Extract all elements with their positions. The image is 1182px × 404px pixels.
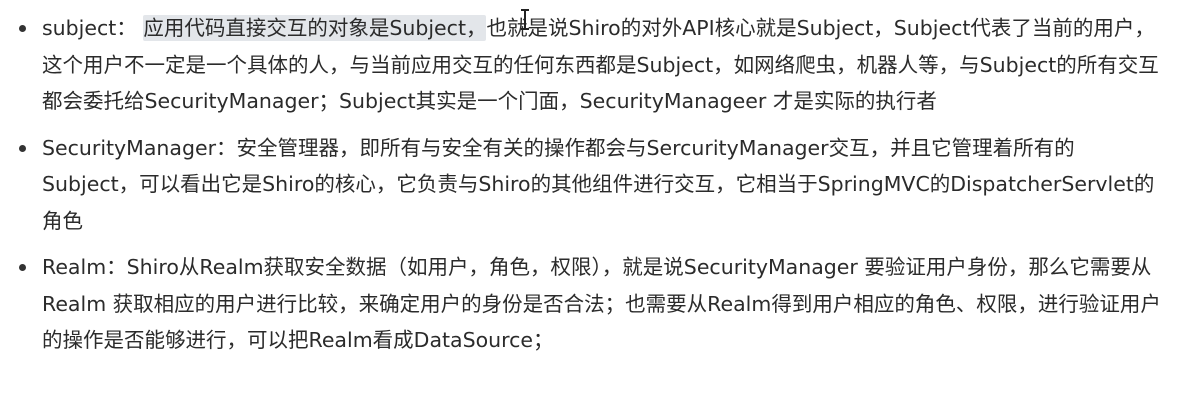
document-page: subject： 应用代码直接交互的对象是Subject，也就是说Shiro的对…: [0, 0, 1182, 404]
list-item-securitymanager: SecurityManager：安全管理器，即所有与安全有关的操作都会与Serc…: [0, 130, 1182, 240]
selected-text-highlight[interactable]: 应用代码直接交互的对象是Subject，: [143, 15, 487, 41]
term-realm: Realm：: [42, 255, 127, 279]
list-item-subject: subject： 应用代码直接交互的对象是Subject，也就是说Shiro的对…: [0, 10, 1182, 120]
term-subject: subject：: [42, 16, 137, 40]
list-item-realm: Realm：Shiro从Realm获取安全数据（如用户，角色，权限），就是说Se…: [0, 249, 1182, 359]
bullet-dot-icon: [19, 264, 26, 271]
text-cursor-icon: [520, 8, 530, 30]
bullet-list: subject： 应用代码直接交互的对象是Subject，也就是说Shiro的对…: [0, 10, 1182, 359]
term-securitymanager: SecurityManager：: [42, 135, 237, 160]
bullet-dot-icon: [19, 25, 26, 32]
description-realm: Shiro从Realm获取安全数据（如用户，角色，权限），就是说Security…: [42, 255, 1161, 352]
bullet-dot-icon: [19, 144, 26, 152]
